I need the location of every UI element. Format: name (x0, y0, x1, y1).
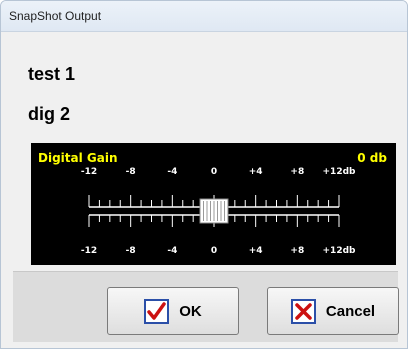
x-cross-icon (290, 298, 316, 324)
top-tick-label: -4 (167, 167, 177, 177)
bottom-tick-label: -12 (81, 246, 97, 256)
top-tick-label: 0 (211, 167, 217, 177)
top-tick-label: -12 (81, 167, 97, 177)
bottom-tick-label: +12db (323, 246, 357, 256)
ok-button[interactable]: OK (107, 287, 239, 335)
top-tick-label: +4 (249, 167, 263, 177)
snapshot-output-dialog: SnapShot Output test 1 dig 2 Digital Gai… (0, 0, 408, 349)
window-title: SnapShot Output (9, 9, 102, 23)
checkmark-icon (144, 298, 170, 324)
gain-scale: Digital Gain 0 db -12 -12 -8 -8 -4 -4 0 0 +4 +4 +8 +8… (38, 151, 387, 256)
bottom-tick-label: 0 (211, 246, 217, 256)
cancel-button-label: Cancel (325, 302, 376, 320)
bottom-tick-label: -4 (167, 246, 177, 256)
title-bar[interactable]: SnapShot Output (1, 1, 407, 32)
cancel-button[interactable]: Cancel (267, 287, 399, 335)
top-tick-label: -8 (126, 167, 136, 177)
bottom-tick-label: +4 (249, 246, 263, 256)
top-tick-label: +12db (323, 167, 357, 177)
bottom-tick-label: -8 (126, 246, 136, 256)
ok-button-label: OK (179, 302, 202, 320)
gain-value: 0 db (357, 151, 387, 165)
output-line-1: test 1 (28, 64, 76, 84)
bottom-tick-label: +8 (290, 246, 304, 256)
top-tick-label: +8 (290, 167, 304, 177)
digital-gain-panel: Digital Gain 0 db -12 -12 -8 -8 -4 -4 0 0 +4 +4 +8 +8… (31, 143, 396, 265)
gain-label: Digital Gain (38, 151, 118, 165)
output-line-2: dig 2 (28, 104, 71, 124)
